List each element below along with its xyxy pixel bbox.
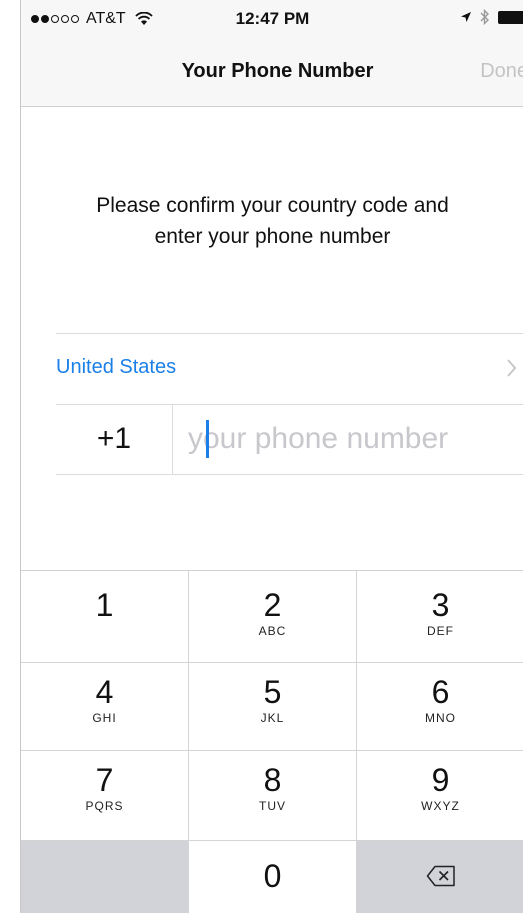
key-7[interactable]: 7 PQRS xyxy=(21,751,189,841)
chevron-right-icon xyxy=(507,359,517,377)
done-button[interactable]: Done xyxy=(480,60,523,83)
key-6[interactable]: 6 MNO xyxy=(357,663,523,751)
key-8[interactable]: 8 TUV xyxy=(189,751,357,841)
key-digit: 5 xyxy=(263,674,282,710)
battery-icon xyxy=(498,10,523,24)
country-code-field[interactable]: +1 xyxy=(56,404,173,474)
key-digit: 9 xyxy=(431,762,450,798)
key-letters: JKL xyxy=(260,711,285,725)
key-letters: WXYZ xyxy=(421,799,460,813)
key-digit: 7 xyxy=(95,762,114,798)
key-2[interactable]: 2 ABC xyxy=(189,571,357,663)
key-letters: DEF xyxy=(427,624,454,638)
instruction-text: Please confirm your country code and ent… xyxy=(96,194,449,248)
phone-screen: AT&T 12:47 PM Your Phone Number Done Ple… xyxy=(20,0,523,913)
key-9[interactable]: 9 WXYZ xyxy=(357,751,523,841)
key-digit: 4 xyxy=(95,674,114,710)
status-time: 12:47 PM xyxy=(235,9,310,28)
key-4[interactable]: 4 GHI xyxy=(21,663,189,751)
key-5[interactable]: 5 JKL xyxy=(189,663,357,751)
text-cursor xyxy=(206,420,209,458)
status-icons xyxy=(460,9,523,25)
country-selector[interactable]: United States xyxy=(56,333,523,405)
key-1[interactable]: 1 xyxy=(21,571,189,663)
key-digit: 0 xyxy=(263,858,282,894)
bluetooth-icon xyxy=(480,9,489,25)
key-digit: 6 xyxy=(431,674,450,710)
key-digit: 1 xyxy=(95,587,114,623)
location-arrow-icon xyxy=(461,12,471,22)
key-digit: 3 xyxy=(431,587,450,623)
navigation-bar: Your Phone Number Done xyxy=(21,40,523,107)
key-digit: 2 xyxy=(263,587,282,623)
country-name: United States xyxy=(56,356,177,378)
key-letters: PQRS xyxy=(85,799,124,813)
phone-number-input[interactable] xyxy=(186,416,518,462)
key-letters: MNO xyxy=(425,711,456,725)
key-letters: TUV xyxy=(259,799,286,813)
numeric-keypad: 1 2 ABC 3 DEF 4 GHI 5 JKL 6 MNO 7 PQRS 8 xyxy=(21,570,523,913)
key-0[interactable]: 0 xyxy=(189,841,357,913)
status-bar: AT&T 12:47 PM xyxy=(21,0,523,40)
key-letters: ABC xyxy=(258,624,287,638)
delete-key[interactable] xyxy=(357,841,523,913)
key-blank xyxy=(21,841,189,913)
key-3[interactable]: 3 DEF xyxy=(357,571,523,663)
page-title: Your Phone Number xyxy=(181,60,374,82)
key-digit: 8 xyxy=(263,762,282,798)
phone-number-row: +1 xyxy=(56,404,523,475)
key-letters: GHI xyxy=(92,711,117,725)
backspace-icon xyxy=(426,865,455,887)
